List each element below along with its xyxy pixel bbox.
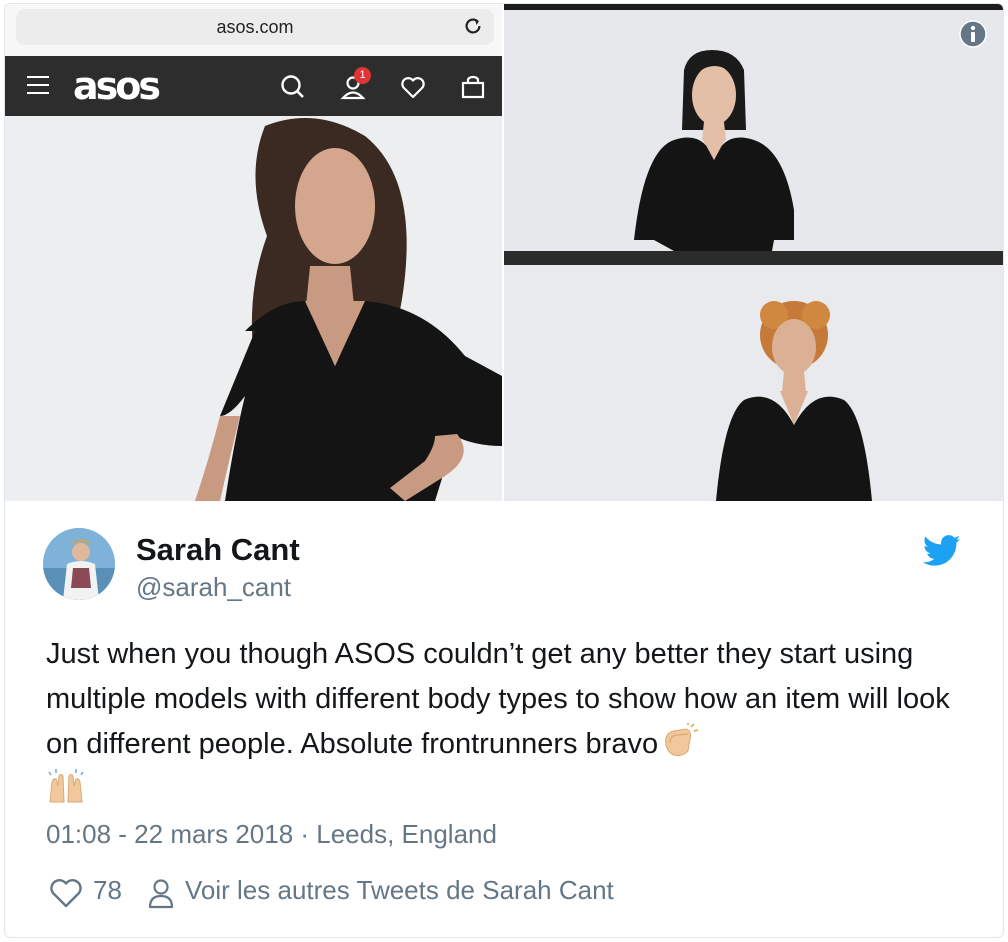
bag-icon	[461, 75, 485, 99]
twitter-bird-icon[interactable]	[923, 535, 961, 567]
raising-hands-emoji-icon	[48, 769, 84, 803]
search-icon	[281, 75, 304, 98]
tweet-text-body: Just when you though ASOS couldn’t get a…	[46, 638, 958, 760]
asos-logo: asos	[73, 64, 161, 108]
info-icon[interactable]	[959, 20, 987, 48]
author-handle[interactable]: @sarah_cant	[136, 572, 291, 603]
tweet-timestamp[interactable]: 01:08 - 22 mars 2018 · Leeds, England	[46, 819, 497, 850]
person-icon[interactable]	[148, 877, 174, 909]
like-count[interactable]: 78	[93, 875, 122, 906]
asos-header: asos 1	[5, 56, 502, 116]
tweet-card: asos.com asos 1 Sarah Cant @sarah_cant J…	[4, 3, 1004, 938]
tweet-text: Just when you though ASOS couldn’t get a…	[46, 632, 976, 812]
model-photo-large	[5, 116, 502, 501]
reload-icon	[465, 18, 481, 34]
hamburger-menu-icon	[27, 76, 49, 96]
avatar[interactable]	[43, 528, 115, 600]
media-image-asos-screenshot[interactable]: asos.com asos 1	[5, 4, 502, 501]
heart-icon	[401, 77, 425, 99]
tweet-actions: 78 Voir les autres Tweets de Sarah Cant	[46, 875, 806, 911]
url-text: asos.com	[216, 17, 294, 37]
model-photo-1	[504, 10, 1003, 251]
url-bar: asos.com	[16, 9, 494, 45]
clapping-hands-emoji-icon	[665, 723, 699, 756]
media-image-models[interactable]	[504, 4, 1003, 501]
view-more-tweets-link[interactable]: Voir les autres Tweets de Sarah Cant	[185, 875, 614, 906]
account-badge: 1	[354, 67, 371, 84]
media-grid[interactable]: asos.com asos 1	[5, 4, 1003, 501]
author-name[interactable]: Sarah Cant	[136, 532, 300, 568]
heart-icon[interactable]	[48, 877, 84, 909]
model-photo-2	[504, 265, 1003, 501]
